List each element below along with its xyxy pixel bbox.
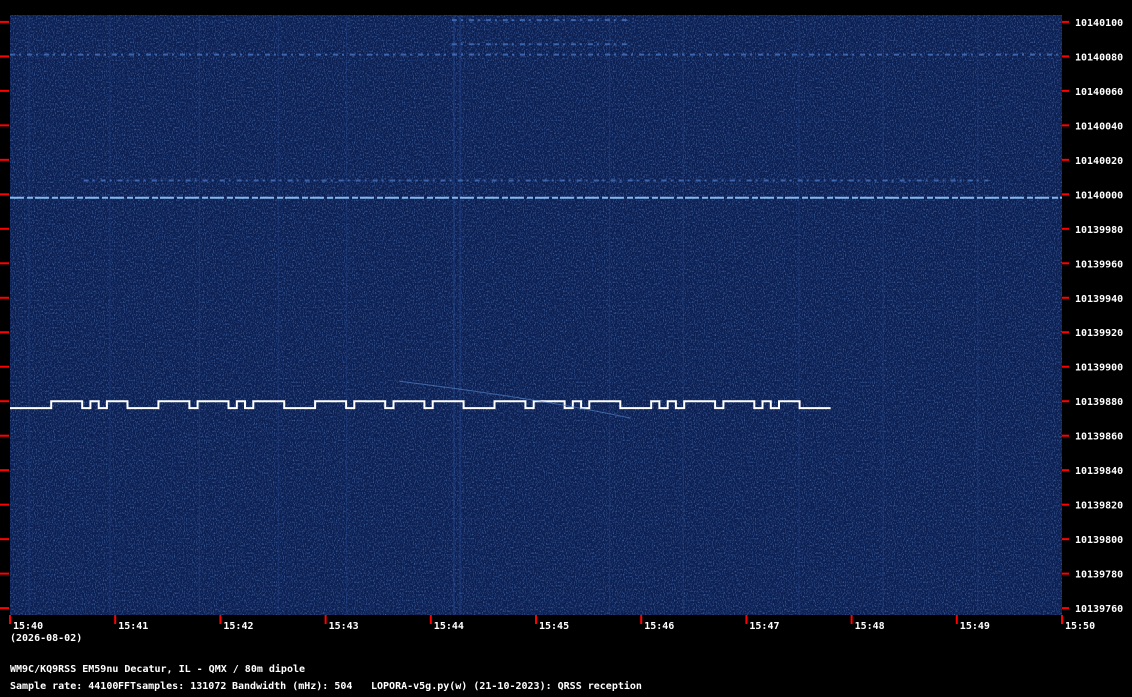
x-tick-label: 15:43 [329, 621, 359, 632]
software-info: LOPORA-v5g.py(w) (21-10-2023): QRSS rece… [371, 681, 642, 692]
x-tick-label: 15:40 [13, 621, 43, 632]
x-tick-label: 15:41 [118, 621, 148, 632]
x-tick-label: 15:47 [749, 621, 779, 632]
x-tick-label: 15:48 [855, 621, 885, 632]
x-tick-label: 15:42 [223, 621, 253, 632]
y-tick-label: 10140020 [1075, 156, 1123, 167]
y-tick-label: 10139940 [1075, 294, 1123, 305]
x-tick-label: 15:49 [960, 621, 990, 632]
y-tick-label: 10139780 [1075, 570, 1123, 581]
y-tick-label: 10139960 [1075, 259, 1123, 270]
y-tick-label: 10139760 [1075, 604, 1123, 615]
y-tick-label: 10139800 [1075, 535, 1123, 546]
y-tick-label: 10139820 [1075, 501, 1123, 512]
noise-texture [10, 15, 1062, 615]
y-tick-label: 10139920 [1075, 328, 1123, 339]
sample-rate: Sample rate: 44100 [10, 681, 119, 692]
x-tick-label: 15:45 [539, 621, 569, 632]
y-tick-label: 10139880 [1075, 397, 1123, 408]
bandwidth: Bandwidth (mHz): 504 [232, 681, 353, 692]
spectrogram-chart: 10140100 10140080 10140060 10140040 10140020… [0, 15, 1123, 632]
y-tick-label: 10139980 [1075, 225, 1123, 236]
x-tick-label: 15:50 [1065, 621, 1095, 632]
y-tick-label: 10140040 [1075, 121, 1123, 132]
y-tick-label: 10139860 [1075, 432, 1123, 443]
fft-samples: FFTsamples: 131072 [118, 681, 227, 692]
y-tick-label: 10139900 [1075, 363, 1123, 374]
y-tick-label: 10140100 [1075, 18, 1123, 29]
y-tick-label: 10140000 [1075, 190, 1123, 201]
x-tick-label: 15:44 [434, 621, 464, 632]
y-tick-label: 10139840 [1075, 466, 1123, 477]
y-tick-label: 10140060 [1075, 87, 1123, 98]
date-label: (2026-08-02) [10, 633, 83, 644]
x-tick-label: 15:46 [644, 621, 674, 632]
x-axis: 15:40 15:41 15:42 15:43 15:44 15:45 15:46 15:47… [9, 615, 1095, 632]
station-info: WM9C/KQ9RSS EM59nu Decatur, IL - QMX / 8… [10, 664, 306, 675]
y-tick-label: 10140080 [1075, 52, 1123, 63]
